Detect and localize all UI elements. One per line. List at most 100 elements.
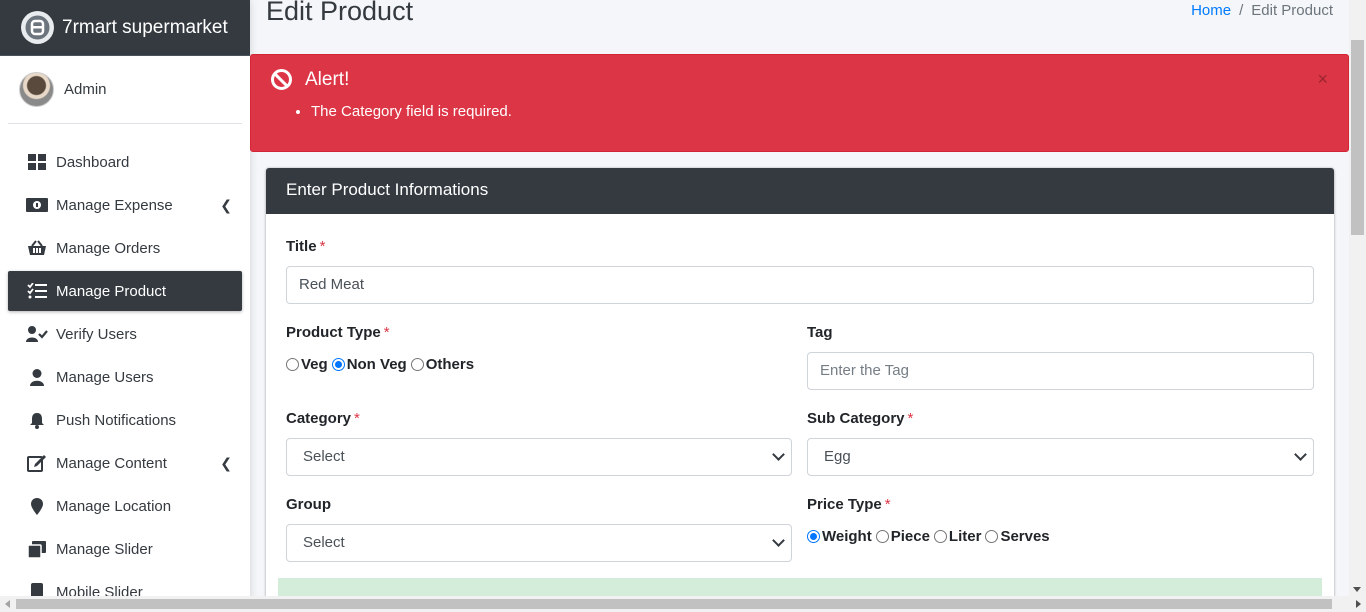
- breadcrumb-current: Edit Product: [1251, 2, 1333, 19]
- sidebar-item-label: Manage Product: [56, 282, 167, 300]
- sidebar-item-verify-users[interactable]: Verify Users: [8, 314, 242, 354]
- close-icon[interactable]: ×: [1317, 69, 1328, 90]
- group-select[interactable]: Select: [286, 524, 792, 562]
- radio-label-liter: Liter: [948, 528, 982, 545]
- page-title: Edit Product: [266, 0, 414, 26]
- sub-category-select[interactable]: Egg: [807, 438, 1314, 476]
- alert-message: The Category field is required.: [311, 103, 512, 120]
- category-select-value: Select: [303, 448, 345, 465]
- breadcrumb: Home / Edit Product: [1191, 2, 1333, 19]
- group-label: Group: [286, 496, 331, 513]
- sub-category-label: Sub Category *: [807, 410, 913, 427]
- product-type-label-text: Product Type: [286, 324, 381, 341]
- title-input[interactable]: Red Meat: [286, 266, 1314, 304]
- tag-label: Tag: [807, 324, 833, 341]
- sidebar-nav: Dashboard Manage Expense ❮ Manage Orders…: [0, 124, 250, 612]
- category-label-text: Category: [286, 410, 352, 427]
- title-label-text: Title: [286, 238, 317, 255]
- sidebar-item-label: Manage Orders: [56, 239, 161, 257]
- radio-serves[interactable]: [985, 530, 999, 543]
- sidebar-item-manage-slider[interactable]: Manage Slider: [8, 529, 242, 569]
- required-marker: *: [884, 496, 891, 513]
- avatar: [19, 72, 54, 107]
- title-label: Title *: [286, 238, 325, 255]
- sidebar-item-label: Manage Location: [56, 497, 172, 515]
- error-alert: Alert! The Category field is required. ×: [250, 54, 1349, 152]
- radio-label-weight: Weight: [822, 528, 872, 545]
- sidebar-item-manage-orders[interactable]: Manage Orders: [8, 228, 242, 268]
- user-icon: [26, 367, 48, 387]
- radio-veg[interactable]: [286, 358, 299, 371]
- sidebar-item-label: Manage Content: [56, 454, 167, 472]
- user-panel[interactable]: Admin: [8, 56, 242, 124]
- sidebar-item-manage-location[interactable]: Manage Location: [8, 486, 242, 526]
- vertical-scrollbar[interactable]: [1349, 0, 1366, 596]
- user-name[interactable]: Admin: [64, 81, 107, 98]
- sidebar-item-label: Push Notifications: [56, 411, 177, 429]
- sidebar-item-push-notifications[interactable]: Push Notifications: [8, 400, 242, 440]
- edit-icon: [26, 453, 48, 473]
- sidebar-item-label: Dashboard: [56, 153, 130, 171]
- required-marker: *: [354, 410, 360, 427]
- sidebar-item-manage-expense[interactable]: Manage Expense ❮: [8, 185, 242, 225]
- bell-icon: [26, 410, 48, 430]
- scroll-down-icon[interactable]: [1353, 587, 1361, 592]
- product-type-label: Product Type *: [286, 324, 390, 341]
- radio-label-non-veg: Non Veg: [346, 356, 407, 373]
- scroll-left-icon[interactable]: [5, 600, 10, 608]
- product-form-card: Enter Product Informations Title * Red Me…: [266, 168, 1334, 596]
- user-check-icon: [26, 324, 48, 344]
- group-select-value: Select: [303, 534, 345, 551]
- horizontal-scrollbar[interactable]: [0, 596, 1366, 612]
- sub-category-select-value: Egg: [824, 448, 851, 465]
- brand-name: 7rmart supermarket: [62, 16, 228, 38]
- price-type-radio-group: Weight Piece Liter Serves: [807, 528, 1054, 545]
- sidebar-item-label: Manage Expense: [56, 196, 173, 214]
- sidebar-item-manage-content[interactable]: Manage Content ❮: [8, 443, 242, 483]
- sidebar-item-manage-product[interactable]: Manage Product: [8, 271, 242, 311]
- chevron-left-icon[interactable]: ❮: [220, 197, 232, 214]
- radio-label-serves: Serves: [1000, 528, 1050, 545]
- breadcrumb-home-link[interactable]: Home: [1191, 2, 1231, 19]
- radio-label-veg: Veg: [301, 356, 328, 373]
- sidebar-item-label: Manage Users: [56, 368, 154, 386]
- category-select[interactable]: Select: [286, 438, 792, 476]
- radio-piece[interactable]: [875, 530, 889, 543]
- chevron-down-icon: [1294, 448, 1307, 461]
- required-marker: *: [383, 324, 390, 341]
- radio-weight[interactable]: [807, 530, 820, 543]
- required-marker: *: [907, 410, 914, 427]
- tag-input[interactable]: Enter the Tag: [807, 352, 1314, 390]
- radio-liter[interactable]: [933, 530, 947, 543]
- radio-label-piece: Piece: [890, 528, 930, 545]
- price-type-label-text: Price Type: [807, 496, 882, 513]
- sidebar-item-label: Verify Users: [56, 325, 137, 343]
- money-icon: [26, 195, 48, 215]
- price-type-label: Price Type *: [807, 496, 891, 513]
- logo-icon: [21, 11, 54, 44]
- ban-icon: [271, 69, 292, 90]
- sidebar-item-manage-users[interactable]: Manage Users: [8, 357, 242, 397]
- chevron-left-icon[interactable]: ❮: [220, 455, 232, 472]
- dashboard-icon: [26, 152, 48, 172]
- clone-icon: [26, 539, 48, 559]
- radio-label-others: Others: [425, 356, 475, 373]
- sub-category-label-text: Sub Category: [807, 410, 905, 427]
- chevron-down-icon: [772, 448, 785, 461]
- sidebar-item-dashboard[interactable]: Dashboard: [8, 142, 242, 182]
- map-marker-icon: [26, 496, 48, 516]
- radio-others[interactable]: [410, 358, 424, 371]
- alert-title: Alert!: [305, 69, 350, 90]
- success-strip: [278, 578, 1322, 596]
- brand-link[interactable]: 7rmart supermarket: [0, 0, 250, 56]
- radio-non-veg[interactable]: [331, 358, 345, 371]
- card-header: Enter Product Informations: [266, 168, 1334, 214]
- breadcrumb-separator: /: [1239, 2, 1244, 19]
- sidebar: 7rmart supermarket Admin Dashboard Manag…: [0, 0, 250, 612]
- scroll-right-icon[interactable]: [1356, 600, 1361, 608]
- main-content: Edit Product Home / Edit Product Alert! Th…: [250, 0, 1349, 596]
- sidebar-item-label: Manage Slider: [56, 540, 153, 558]
- scrollbar-thumb[interactable]: [16, 599, 1332, 609]
- required-marker: *: [319, 238, 326, 255]
- scrollbar-thumb[interactable]: [1351, 40, 1364, 235]
